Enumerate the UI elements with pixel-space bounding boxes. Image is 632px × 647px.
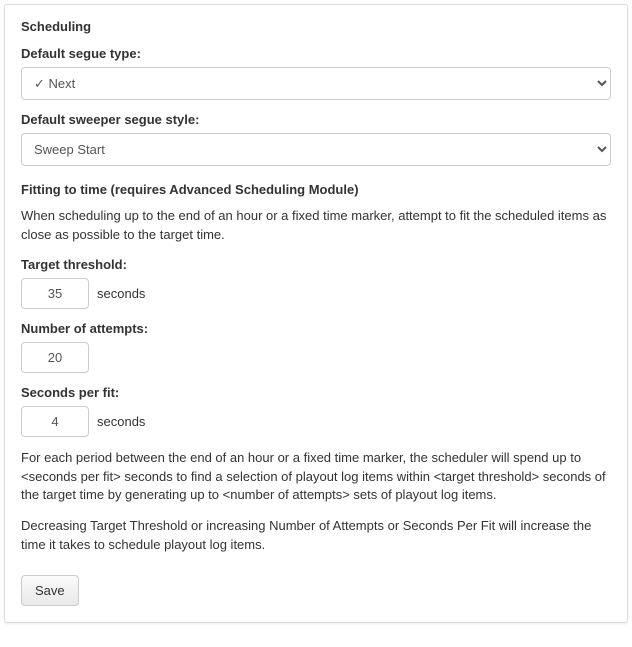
fitting-explain-1: For each period between the end of an ho…: [21, 449, 611, 506]
segue-type-select[interactable]: ✓ Next: [21, 67, 611, 100]
panel-title: Scheduling: [21, 19, 611, 34]
seconds-per-fit-row: seconds: [21, 406, 611, 437]
num-attempts-label: Number of attempts:: [21, 321, 611, 336]
target-threshold-label: Target threshold:: [21, 257, 611, 272]
fitting-heading: Fitting to time (requires Advanced Sched…: [21, 182, 611, 197]
target-threshold-row: seconds: [21, 278, 611, 309]
target-threshold-unit: seconds: [97, 286, 145, 301]
save-button[interactable]: Save: [21, 575, 79, 606]
seconds-per-fit-input[interactable]: [21, 406, 89, 437]
fitting-explain-2: Decreasing Target Threshold or increasin…: [21, 517, 611, 555]
num-attempts-row: [21, 342, 611, 373]
fitting-intro: When scheduling up to the end of an hour…: [21, 207, 611, 245]
segue-type-label: Default segue type:: [21, 46, 611, 61]
seconds-per-fit-unit: seconds: [97, 414, 145, 429]
target-threshold-input[interactable]: [21, 278, 89, 309]
sweeper-style-label: Default sweeper segue style:: [21, 112, 611, 127]
seconds-per-fit-label: Seconds per fit:: [21, 385, 611, 400]
sweeper-style-select[interactable]: Sweep Start: [21, 133, 611, 166]
num-attempts-input[interactable]: [21, 342, 89, 373]
scheduling-panel: Scheduling Default segue type: ✓ Next De…: [4, 4, 628, 623]
